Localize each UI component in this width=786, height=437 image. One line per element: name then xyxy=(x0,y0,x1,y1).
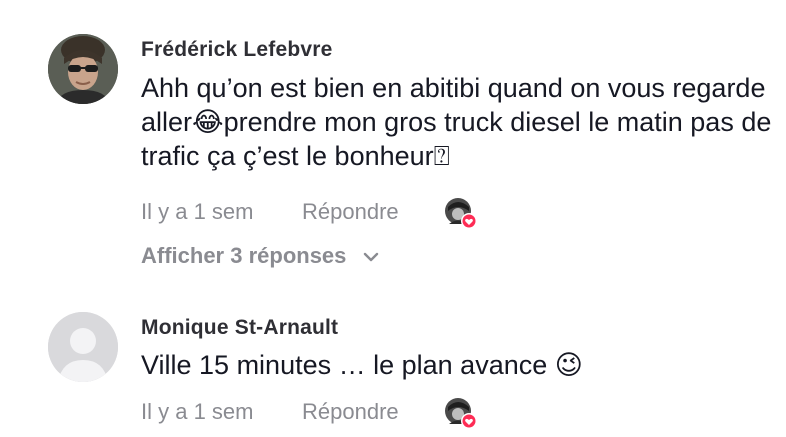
user-avatar[interactable] xyxy=(48,312,118,382)
comment-text: Ville 15 minutes … le plan avance 😉 xyxy=(141,350,583,380)
reply-button[interactable]: Répondre xyxy=(302,199,399,225)
view-replies-label: Afficher 3 réponses xyxy=(141,243,347,268)
chevron-down-icon xyxy=(363,242,379,268)
comment-text: Ahh qu’on est bien en abitibi quand on v… xyxy=(141,73,772,171)
comment-timestamp: Il y a 1 sem xyxy=(141,199,254,224)
comment-username[interactable]: Frédérick Lefebvre xyxy=(141,38,333,62)
reply-button[interactable]: Répondre xyxy=(302,399,399,425)
creator-liked-badge xyxy=(443,397,479,431)
comment-username[interactable]: Monique St-Arnault xyxy=(141,316,338,340)
comment-timestamp: Il y a 1 sem xyxy=(141,399,254,424)
creator-liked-badge xyxy=(443,197,479,231)
user-avatar[interactable] xyxy=(48,34,118,104)
user-photo-icon xyxy=(48,34,118,104)
view-replies-button[interactable]: Afficher 3 réponses xyxy=(141,243,379,269)
creator-liked-icon xyxy=(445,398,477,429)
creator-liked-icon xyxy=(445,198,477,229)
default-avatar-icon xyxy=(48,312,118,382)
